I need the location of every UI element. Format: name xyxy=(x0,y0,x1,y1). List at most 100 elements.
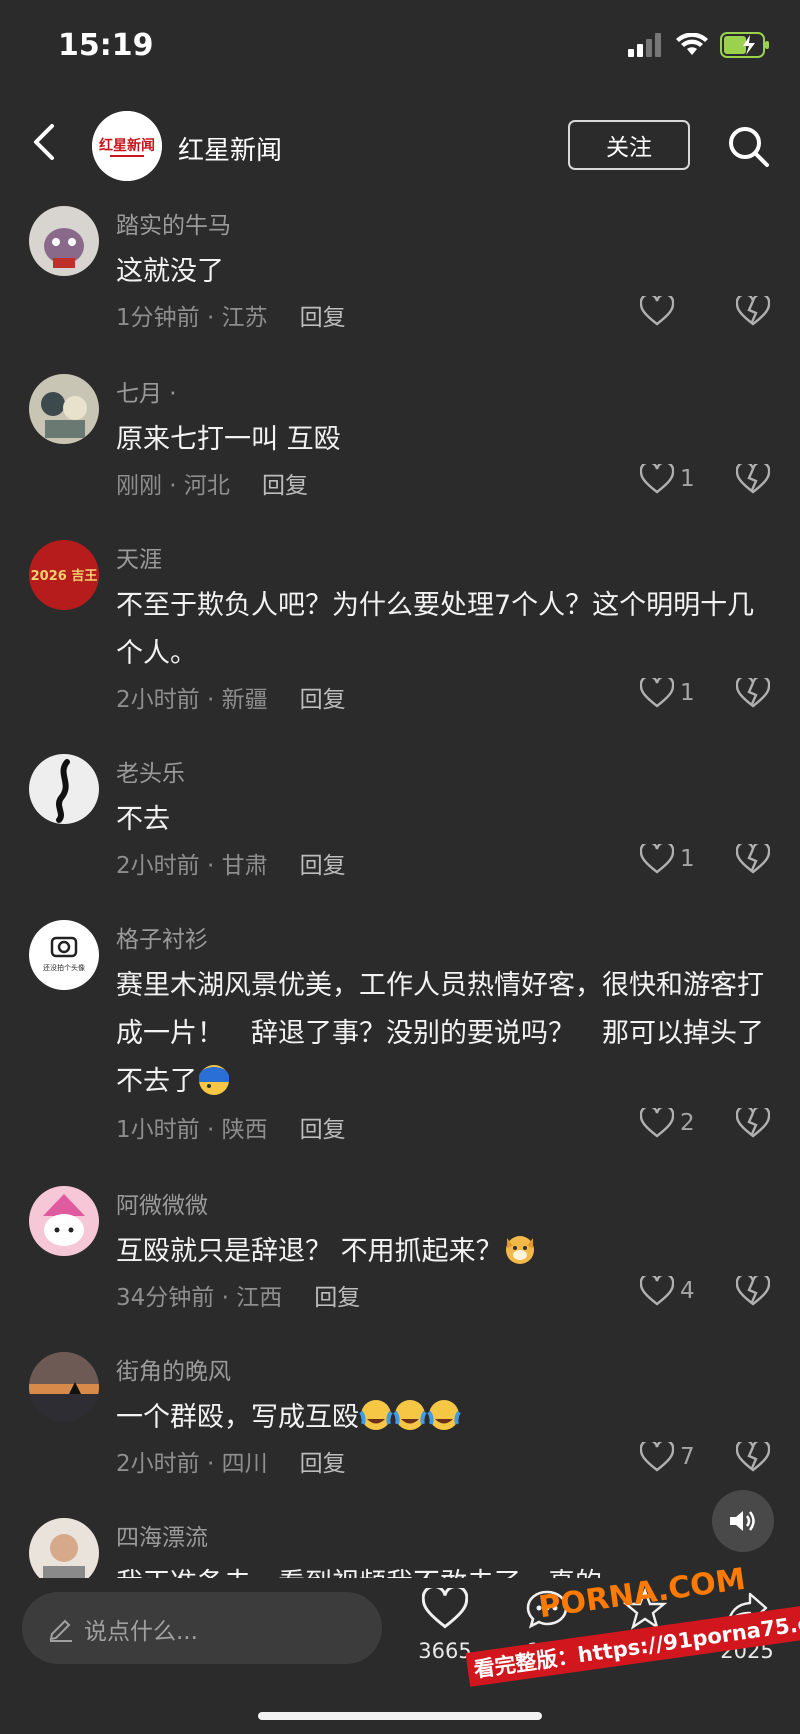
account-name[interactable]: 红星新闻 xyxy=(178,130,282,167)
comment-text-body: 一个群殴，写成互殴 xyxy=(116,1402,359,1433)
share-total: 2025 xyxy=(720,1639,774,1663)
star-icon xyxy=(622,1587,668,1630)
comment-time-location: 2小时前 · 甘肃 xyxy=(116,853,268,879)
reply-button[interactable]: 回复 xyxy=(300,1117,346,1143)
avatar[interactable] xyxy=(29,206,99,276)
battery-icon xyxy=(720,32,769,58)
favorite-button[interactable]: 210 xyxy=(600,1587,690,1663)
comment-time-location: 2小时前 · 新疆 xyxy=(116,687,268,713)
avatar[interactable]: 2026 吉王 xyxy=(29,540,99,610)
cartoon-horse-avatar-icon xyxy=(29,206,99,276)
avatar[interactable] xyxy=(29,1186,99,1256)
comment-bubble-icon xyxy=(526,1590,568,1629)
comment-username[interactable]: 老头乐 xyxy=(116,754,185,788)
comment-time-location: 34分钟前 · 江西 xyxy=(116,1285,283,1311)
comment-text: 这就没了 xyxy=(116,256,224,287)
comment-text-body: 互殴就只是辞退？ 不用抓起来？ xyxy=(116,1236,503,1267)
tears-of-joy-emoji-icon xyxy=(427,1400,461,1430)
broken-heart-icon[interactable] xyxy=(736,844,770,874)
heart-icon xyxy=(640,296,674,326)
account-logo[interactable]: 红星新闻 xyxy=(92,111,162,181)
follow-button[interactable]: 关注 xyxy=(568,120,690,170)
comment-text: 赛里木湖风景优美，工作人员热情好客，很快和游客打成一片！ 辞退了事？没别的要说吗… xyxy=(116,962,776,1106)
reply-button[interactable]: 回复 xyxy=(314,1285,360,1311)
like-button[interactable]: 4 xyxy=(640,1276,695,1306)
home-indicator[interactable] xyxy=(258,1712,542,1720)
avatar[interactable] xyxy=(29,374,99,444)
tears-of-joy-emoji-icon xyxy=(393,1400,427,1430)
red-new-year-avatar-icon: 2026 吉王 xyxy=(29,540,99,610)
comment-username[interactable]: 四海漂流 xyxy=(116,1518,208,1552)
like-button[interactable]: 7 xyxy=(640,1442,695,1472)
comment-username[interactable]: 踏实的牛马 xyxy=(116,206,231,240)
favorite-total: 210 xyxy=(624,1639,666,1663)
comment-text: 我正准备去，看到视频我不敢去了，真的 xyxy=(116,1560,776,1578)
comment-total: 163 xyxy=(526,1639,568,1663)
broken-heart-icon[interactable] xyxy=(736,296,770,326)
ink-figure-avatar-icon xyxy=(29,754,99,824)
broken-heart-icon[interactable] xyxy=(736,678,770,708)
heart-icon xyxy=(640,464,674,494)
comment-item: 四海漂流 我正准备去，看到视频我不敢去了，真的 xyxy=(0,1512,800,1578)
comment-button[interactable]: 163 xyxy=(502,1588,592,1663)
comment-username[interactable]: 格子衬衫 xyxy=(116,920,208,954)
like-button[interactable]: 2 xyxy=(640,1108,695,1138)
logo-text: 红星新闻 xyxy=(99,137,155,154)
like-count: 4 xyxy=(680,1278,695,1304)
broken-heart-icon[interactable] xyxy=(736,1442,770,1472)
cartoon-figures-avatar-icon xyxy=(29,374,99,444)
like-button[interactable] xyxy=(640,296,680,326)
like-video-button[interactable]: 3665 xyxy=(400,1585,490,1663)
like-count: 7 xyxy=(680,1444,695,1470)
broken-heart-icon[interactable] xyxy=(736,1276,770,1306)
speaker-icon xyxy=(730,1511,755,1531)
heart-icon xyxy=(640,678,674,708)
like-count: 1 xyxy=(680,680,695,706)
back-arrow-icon[interactable] xyxy=(28,122,64,162)
like-button[interactable]: 1 xyxy=(640,464,695,494)
avatar[interactable] xyxy=(29,1352,99,1422)
tears-of-joy-emoji-icon xyxy=(359,1400,393,1430)
comment-input[interactable]: 说点什么... xyxy=(22,1592,382,1664)
reply-button[interactable]: 回复 xyxy=(300,1451,346,1477)
broken-heart-icon[interactable] xyxy=(736,1108,770,1138)
heart-icon xyxy=(640,844,674,874)
heart-icon xyxy=(640,1108,674,1138)
facepalm-emoji-icon xyxy=(199,1065,229,1095)
avatar[interactable] xyxy=(29,754,99,824)
reply-button[interactable]: 回复 xyxy=(300,853,346,879)
sunset-avatar-icon xyxy=(29,1352,99,1422)
comment-item: 2026 吉王 天涯 不至于欺负人吧？为什么要处理7个人？这个明明十几个人。 2… xyxy=(0,534,800,734)
like-button[interactable]: 1 xyxy=(640,844,695,874)
like-count: 1 xyxy=(680,846,695,872)
hello-kitty-avatar-icon xyxy=(29,1186,99,1256)
comment-item: 街角的晚风 一个群殴，写成互殴 2小时前 · 四川 回复 7 xyxy=(0,1346,800,1496)
share-arrow-icon xyxy=(726,1592,768,1626)
avatar[interactable] xyxy=(29,1518,99,1578)
comment-username[interactable]: 阿微微微 xyxy=(116,1186,208,1220)
comment-meta: 2小时前 · 四川 回复 xyxy=(116,1444,346,1478)
reply-button[interactable]: 回复 xyxy=(300,687,346,713)
reply-button[interactable]: 回复 xyxy=(300,305,346,331)
like-count: 1 xyxy=(680,466,695,492)
dog-face-emoji-icon xyxy=(505,1236,534,1264)
pencil-icon xyxy=(49,1619,72,1642)
reply-button[interactable]: 回复 xyxy=(262,473,308,499)
comment-item: 踏实的牛马 这就没了 1分钟前 · 江苏 回复 xyxy=(0,200,800,350)
avatar-text: 2026 吉王 xyxy=(31,569,98,584)
wifi-icon xyxy=(676,33,708,55)
comment-username[interactable]: 街角的晚风 xyxy=(116,1352,231,1386)
signal-icon xyxy=(628,33,661,57)
heart-icon xyxy=(640,1442,674,1472)
avatar[interactable]: 还没拍个头像 xyxy=(29,920,99,990)
share-button[interactable]: 2025 xyxy=(702,1588,792,1663)
comment-username[interactable]: 七月 · xyxy=(116,374,177,408)
like-button[interactable]: 1 xyxy=(640,678,695,708)
comment-username[interactable]: 天涯 xyxy=(116,540,162,574)
comment-item: 七月 · 原来七打一叫 互殴 刚刚 · 河北 回复 1 xyxy=(0,368,800,518)
sound-toggle-button[interactable] xyxy=(712,1490,774,1552)
comment-text: 互殴就只是辞退？ 不用抓起来？ xyxy=(116,1228,776,1276)
broken-heart-icon[interactable] xyxy=(736,464,770,494)
comment-list[interactable]: 踏实的牛马 这就没了 1分钟前 · 江苏 回复 七月 · 原来七打一叫 互殴 刚刚… xyxy=(0,200,800,1578)
search-icon[interactable] xyxy=(726,124,770,168)
